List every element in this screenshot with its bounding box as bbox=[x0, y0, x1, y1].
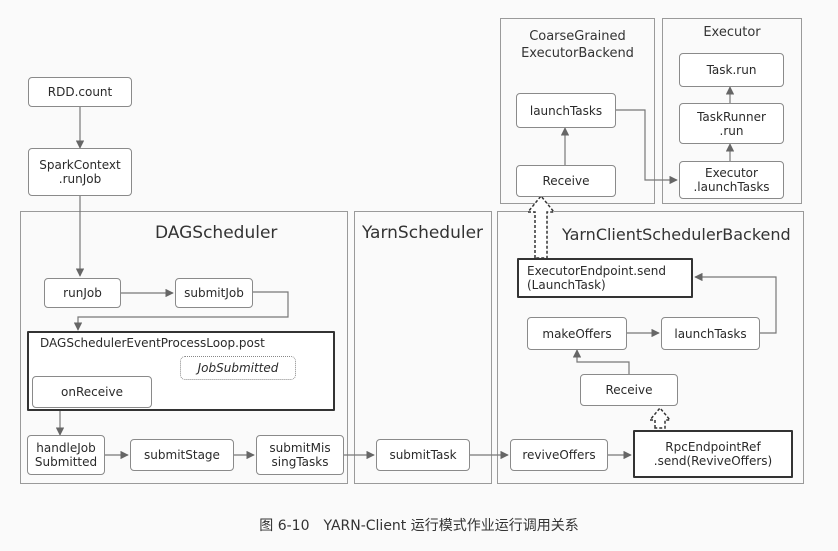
dashed-arrow-rpcsend-receive bbox=[648, 406, 672, 429]
executor-launch-tasks-node: Executor .launchTasks bbox=[679, 161, 784, 199]
submit-job-node: submitJob bbox=[175, 278, 253, 308]
submit-missing-tasks-node: submitMis singTasks bbox=[256, 435, 344, 475]
rdd-count-node: RDD.count bbox=[28, 77, 132, 107]
task-run-node: Task.run bbox=[679, 53, 784, 87]
diagram-canvas: DAGScheduler YarnScheduler YarnClientSch… bbox=[0, 0, 838, 551]
on-receive-node: onReceive bbox=[32, 376, 152, 408]
submit-stage-node: submitStage bbox=[130, 439, 234, 471]
launch-tasks-backend-node: launchTasks bbox=[661, 317, 760, 350]
event-loop-post-label: DAGSchedulerEventProcessLoop.post bbox=[40, 336, 265, 350]
submit-task-node: submitTask bbox=[376, 439, 470, 471]
launch-tasks-cgeb-node: launchTasks bbox=[516, 93, 616, 128]
receive-backend-node: Receive bbox=[580, 374, 678, 406]
job-submitted-node: JobSubmitted bbox=[180, 356, 296, 380]
task-runner-run-node: TaskRunner .run bbox=[679, 103, 784, 144]
rpc-endpoint-send-node: RpcEndpointRef .send(ReviveOffers) bbox=[633, 430, 793, 478]
revive-offers-node: reviveOffers bbox=[510, 439, 608, 471]
dashed-arrow-executorendpoint-receive bbox=[526, 194, 556, 259]
spark-context-runjob-node: SparkContext .runJob bbox=[28, 148, 132, 196]
run-job-node: runJob bbox=[44, 278, 121, 308]
edge-launchtasks-executorlaunch bbox=[615, 109, 678, 185]
handle-job-submitted-node: handleJob Submitted bbox=[27, 435, 105, 475]
figure-caption: 图 6-10 YARN-Client 运行模式作业运行调用关系 bbox=[259, 518, 579, 534]
receive-cgeb-node: Receive bbox=[516, 165, 616, 197]
edge-receive-makeoffers bbox=[572, 349, 630, 374]
make-offers-node: makeOffers bbox=[527, 317, 627, 350]
executor-endpoint-send-node: ExecutorEndpoint.send (LaunchTask) bbox=[517, 258, 693, 298]
